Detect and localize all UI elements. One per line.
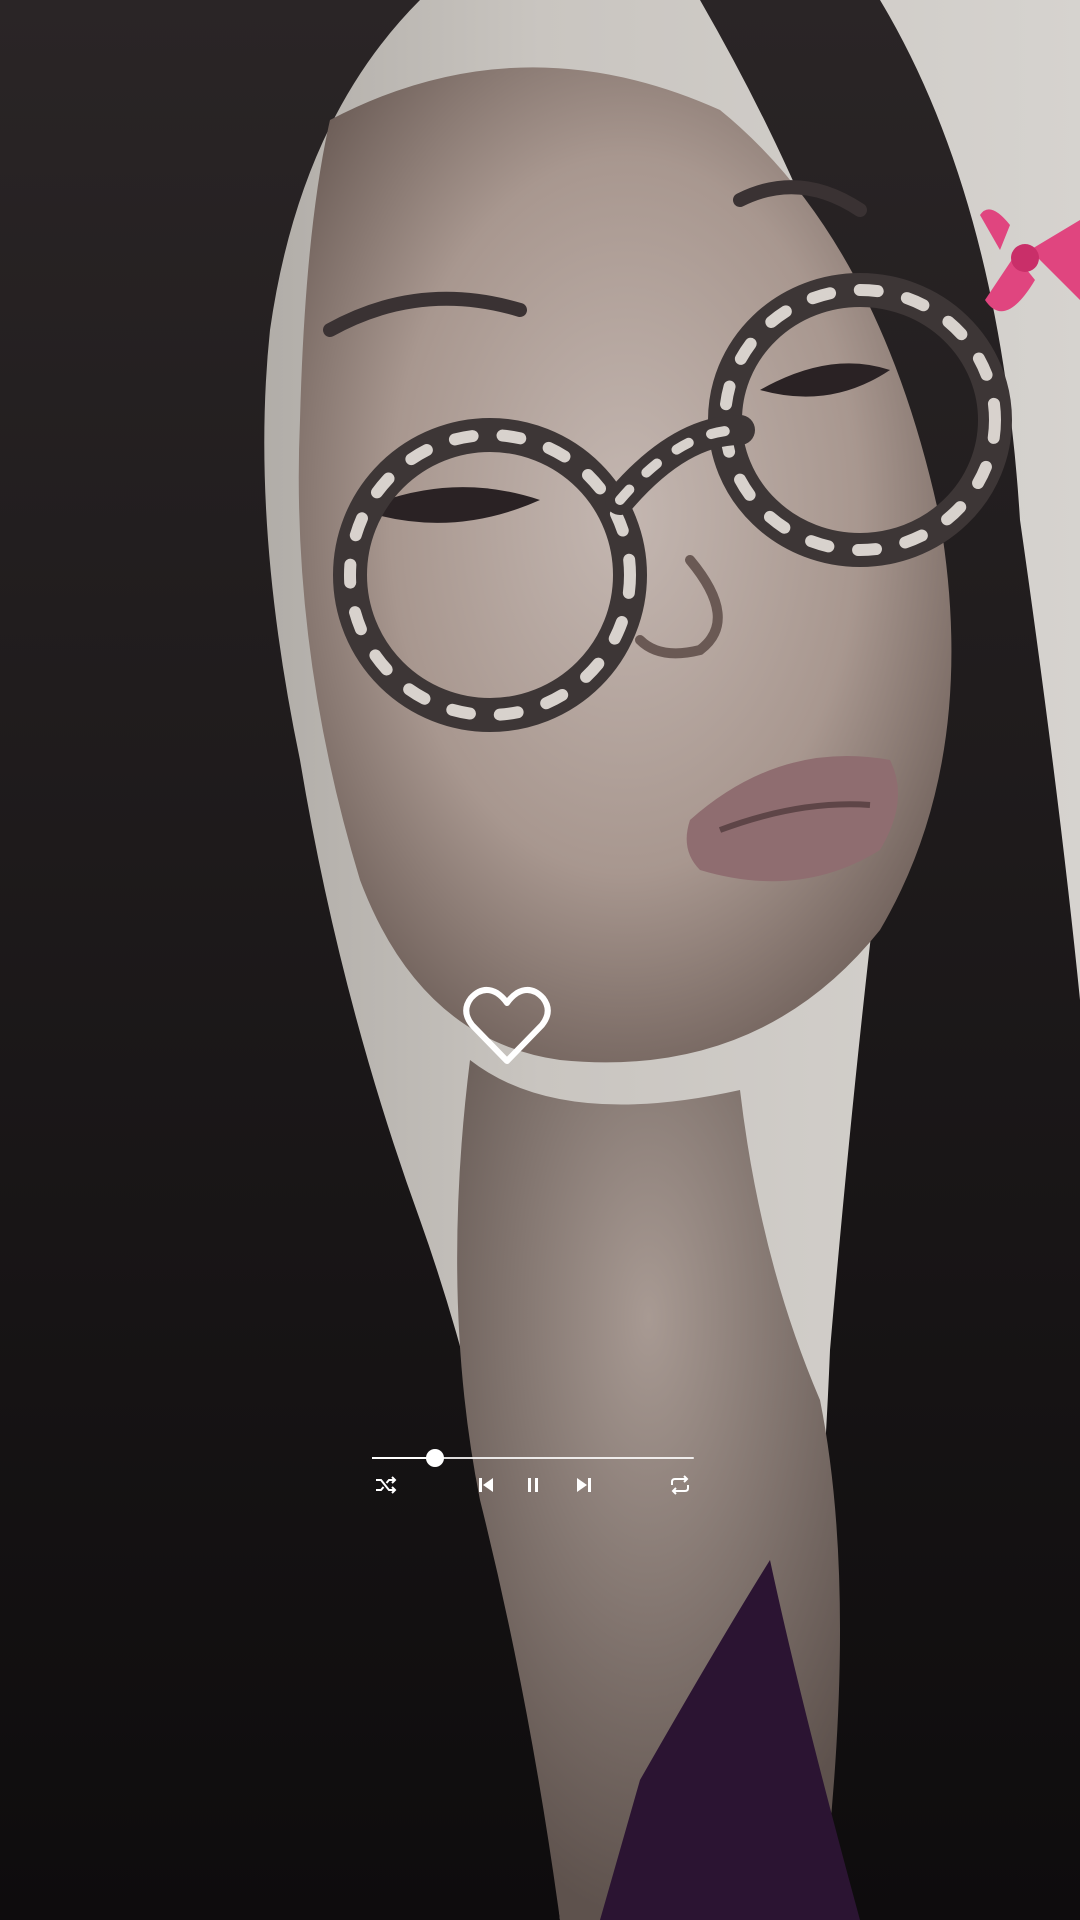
like-button[interactable]: [463, 985, 551, 1067]
shuffle-icon: [376, 1476, 397, 1494]
previous-icon: [479, 1478, 493, 1492]
next-icon: [577, 1478, 591, 1492]
music-lockscreen: [0, 0, 1080, 1920]
repeat-icon: [671, 1475, 689, 1495]
progress-track[interactable]: [372, 1457, 694, 1459]
previous-button[interactable]: [472, 1471, 500, 1499]
pause-button[interactable]: [519, 1471, 547, 1499]
next-button[interactable]: [570, 1471, 598, 1499]
pause-icon: [528, 1478, 538, 1492]
background-photo: [0, 0, 1080, 1920]
progress-thumb[interactable]: [426, 1449, 444, 1467]
shuffle-button[interactable]: [372, 1471, 400, 1499]
music-player: [372, 1445, 694, 1505]
repeat-button[interactable]: [666, 1471, 694, 1499]
heart-outline-icon: [463, 986, 551, 1064]
